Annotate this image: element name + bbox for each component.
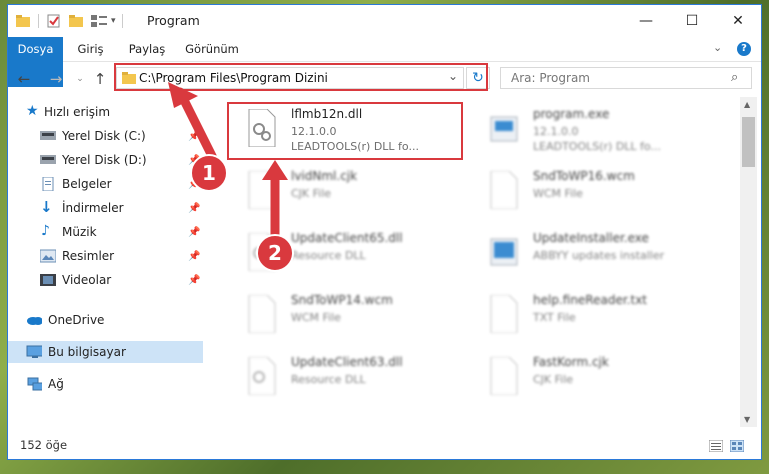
star-icon: ★	[26, 103, 39, 119]
pin-icon[interactable]: 📌	[188, 275, 200, 286]
file-type: ABBYY updates installer	[533, 249, 665, 262]
pictures-icon	[40, 249, 56, 263]
sidebar-item-documents[interactable]: Belgeler 📌	[8, 173, 203, 195]
scrollbar-thumb[interactable]	[742, 117, 755, 167]
list-item[interactable]: FastKorm.cjk CJK File	[471, 351, 711, 401]
sidebar-item-videos[interactable]: Videolar 📌	[8, 269, 203, 291]
file-name: lvidNml.cjk	[291, 169, 358, 183]
file-type: Resource DLL	[291, 373, 366, 386]
tiles-view-icon[interactable]	[730, 440, 744, 452]
file-name: FastKorm.cjk	[533, 355, 609, 369]
list-item[interactable]: SndToWP14.wcm WCM File	[229, 289, 469, 339]
tab-home[interactable]: Giriş	[63, 37, 118, 61]
file-name: UpdateClient63.dll	[291, 355, 403, 369]
search-icon: ⌕	[731, 70, 739, 85]
sidebar-item-network[interactable]: Ağ	[8, 373, 203, 395]
sidebar-item-local-disk-d[interactable]: Yerel Disk (D:) 📌	[8, 149, 203, 171]
list-item[interactable]: help.fineReader.txt TXT File	[471, 289, 711, 339]
details-view-icon[interactable]	[709, 440, 723, 452]
file-version: 12.1.0.0	[533, 125, 579, 138]
cloud-icon	[27, 317, 42, 325]
sidebar-item-onedrive[interactable]: OneDrive	[8, 309, 203, 331]
tab-view[interactable]: Görünüm	[176, 37, 248, 61]
step-badge-1: 1	[190, 154, 228, 192]
download-icon: ↓	[40, 198, 53, 216]
file-name: UpdateInstaller.exe	[533, 231, 649, 245]
list-item[interactable]: SndToWP16.wcm WCM File	[471, 165, 711, 215]
pin-icon[interactable]: 📌	[188, 131, 200, 142]
drive-icon	[40, 155, 56, 164]
view-icon[interactable]	[91, 15, 107, 27]
ribbon-tabs: Dosya Giriş Paylaş Görünüm ⌄ ?	[8, 37, 761, 87]
computer-icon	[26, 345, 42, 358]
list-item[interactable]: lvidNml.cjk CJK File	[229, 165, 469, 215]
file-icon	[490, 357, 518, 395]
close-button[interactable]: ✕	[715, 5, 761, 37]
dll-file-icon	[248, 357, 276, 395]
file-highlight	[227, 102, 463, 160]
address-highlight	[114, 63, 488, 91]
sidebar-item-music[interactable]: ♪ Müzik 📌	[8, 221, 203, 243]
forward-button[interactable]: →	[46, 69, 66, 89]
tab-share[interactable]: Paylaş	[118, 37, 176, 61]
file-description: LEADTOOLS(r) DLL fo...	[533, 140, 661, 153]
help-icon[interactable]: ?	[737, 42, 751, 56]
sidebar-item-downloads[interactable]: ↓ İndirmeler 📌	[8, 197, 203, 219]
network-icon	[27, 377, 42, 391]
file-icon	[490, 295, 518, 333]
quick-access-toolbar: ▾	[16, 12, 129, 30]
scroll-down-icon[interactable]: ▼	[744, 415, 750, 424]
file-type: WCM File	[533, 187, 583, 200]
file-name: UpdateClient65.dll	[291, 231, 403, 245]
music-icon: ♪	[41, 223, 50, 239]
search-input[interactable]: Ara: Program	[500, 67, 752, 89]
sidebar-item-pictures[interactable]: Resimler 📌	[8, 245, 203, 267]
status-bar: 152 öğe	[8, 435, 761, 457]
drive-icon	[40, 131, 56, 140]
folder-icon	[16, 15, 30, 27]
recent-locations-chevron-icon[interactable]: ⌄	[70, 69, 90, 89]
video-icon	[40, 274, 56, 286]
pin-icon[interactable]: 📌	[188, 203, 200, 214]
properties-icon[interactable]	[47, 14, 61, 28]
file-type: WCM File	[291, 311, 341, 324]
file-type: TXT File	[533, 311, 576, 324]
back-button[interactable]: ←	[14, 69, 34, 89]
sidebar-item-quick-access[interactable]: ★ Hızlı erişim	[8, 101, 203, 123]
exe-file-icon	[490, 116, 518, 142]
pin-icon[interactable]: 📌	[188, 227, 200, 238]
customize-chevron-icon[interactable]: ▾	[111, 16, 116, 26]
file-icon	[248, 171, 276, 209]
documents-icon	[42, 177, 54, 191]
list-item[interactable]: program.exe 12.1.0.0 LEADTOOLS(r) DLL fo…	[471, 103, 711, 153]
file-name: SndToWP14.wcm	[291, 293, 393, 307]
item-count: 152 öğe	[20, 438, 68, 452]
expand-ribbon-icon[interactable]: ⌄	[713, 41, 722, 54]
window-title: Program	[147, 13, 200, 28]
list-item[interactable]: UpdateInstaller.exe ABBYY updates instal…	[471, 227, 711, 277]
scroll-up-icon[interactable]: ▲	[744, 100, 750, 109]
title-bar: ▾ Program — ☐ ✕	[8, 5, 761, 37]
file-name: SndToWP16.wcm	[533, 169, 635, 183]
maximize-button[interactable]: ☐	[669, 5, 715, 37]
list-item[interactable]: UpdateClient63.dll Resource DLL	[229, 351, 469, 401]
sidebar-item-local-disk-c[interactable]: Yerel Disk (C:) 📌	[8, 125, 203, 147]
file-type: CJK File	[291, 187, 332, 200]
sidebar-item-this-pc[interactable]: Bu bilgisayar	[8, 341, 203, 363]
file-icon	[248, 295, 276, 333]
vertical-scrollbar[interactable]: ▲ ▼	[740, 97, 757, 427]
step-badge-2: 2	[256, 234, 294, 272]
file-type: Resource DLL	[291, 249, 366, 262]
installer-icon	[490, 238, 518, 266]
new-folder-icon[interactable]	[69, 15, 83, 27]
file-name: help.fineReader.txt	[533, 293, 647, 307]
up-button[interactable]: ↑	[90, 69, 110, 89]
file-name: program.exe	[533, 107, 610, 121]
pin-icon[interactable]: 📌	[188, 251, 200, 262]
file-type: CJK File	[533, 373, 574, 386]
navigation-pane: ★ Hızlı erişim Yerel Disk (C:) 📌 Yerel D…	[8, 101, 203, 431]
file-icon	[490, 171, 518, 209]
minimize-button[interactable]: —	[623, 5, 669, 37]
